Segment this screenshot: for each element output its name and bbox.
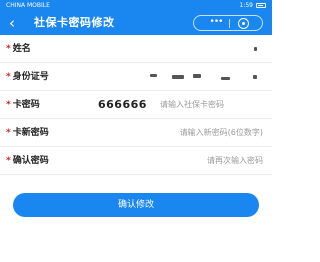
required-mark: * <box>6 44 11 54</box>
name-label: * 姓名 <box>6 35 31 63</box>
form-row-id-number[interactable]: * 身份证号 <box>0 63 272 91</box>
required-mark: * <box>6 100 11 110</box>
circle-close-icon[interactable] <box>238 18 249 29</box>
id-number-label: * 身份证号 <box>6 63 49 91</box>
new-password-input[interactable]: 请输入新密码(6位数字) <box>180 119 263 147</box>
form-row-confirm-password[interactable]: * 确认密码 请再次输入密码 <box>0 147 272 175</box>
battery-icon <box>256 3 266 8</box>
redacted-name <box>254 47 257 51</box>
time-text: 1:59 <box>239 2 253 9</box>
confirm-password-label: * 确认密码 <box>6 147 49 175</box>
nav-bar: ‹ 社保卡密码修改 ••• <box>0 11 272 35</box>
page-title: 社保卡密码修改 <box>34 16 115 29</box>
more-dots-icon[interactable]: ••• <box>206 16 226 30</box>
status-bar: CHINA MOBILE 1:59 <box>0 0 272 11</box>
form-row-card-password[interactable]: * 卡密码 666666 请输入社保卡密码 <box>0 91 272 119</box>
confirm-password-input[interactable]: 请再次输入密码 <box>207 147 263 175</box>
card-password-placeholder[interactable]: 请输入社保卡密码 <box>160 91 224 119</box>
new-password-label: * 卡新密码 <box>6 119 49 147</box>
confirm-password-label-text: 确认密码 <box>12 156 49 166</box>
card-password-value[interactable]: 666666 <box>98 91 147 119</box>
id-number-label-text: 身份证号 <box>12 72 49 82</box>
form-row-name[interactable]: * 姓名 <box>0 35 272 63</box>
redacted-id-part <box>172 75 184 79</box>
redacted-id-part <box>150 74 157 77</box>
name-label-text: 姓名 <box>12 44 31 54</box>
confirm-change-button[interactable]: 确认修改 <box>13 193 259 217</box>
redacted-id-part <box>221 77 230 80</box>
redacted-id-part <box>193 74 201 78</box>
card-password-label: * 卡密码 <box>6 91 40 119</box>
required-mark: * <box>6 128 11 138</box>
mini-program-capsule: ••• <box>193 15 263 31</box>
redacted-id-part <box>253 75 257 79</box>
carrier-text: CHINA MOBILE <box>6 2 50 9</box>
form-row-new-password[interactable]: * 卡新密码 请输入新密码(6位数字) <box>0 119 272 147</box>
capsule-divider <box>229 19 230 28</box>
card-password-label-text: 卡密码 <box>12 100 40 110</box>
status-right: 1:59 <box>240 0 266 11</box>
required-mark: * <box>6 72 11 82</box>
required-mark: * <box>6 156 11 166</box>
password-form: * 姓名 * 身份证号 * 卡密码 666666 请输入社保卡密码 * 卡新密码 请输入… <box>0 35 272 175</box>
new-password-label-text: 卡新密码 <box>12 128 49 138</box>
back-chevron-icon[interactable]: ‹ <box>5 14 19 32</box>
